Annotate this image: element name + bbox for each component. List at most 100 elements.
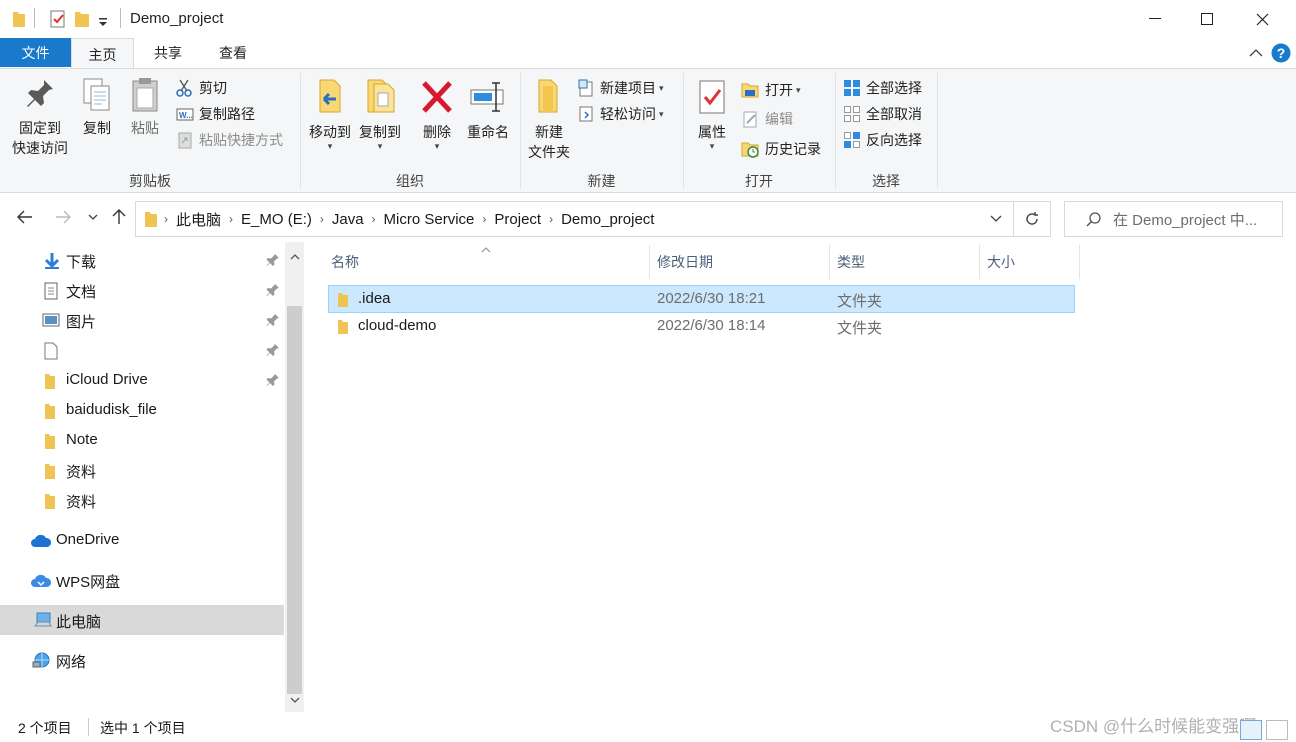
minimize-button[interactable] [1129, 0, 1181, 38]
dropdown-arrow-icon: ▾ [796, 84, 801, 95]
forward-button[interactable] [52, 204, 74, 230]
up-button[interactable] [108, 204, 130, 230]
nav-item-materials-2[interactable]: 资料 [0, 485, 284, 515]
column-divider[interactable] [1079, 245, 1080, 279]
pin-to-quick-access-button[interactable]: 固定到 快速访问 [8, 77, 72, 158]
pin-icon[interactable] [266, 253, 280, 271]
scroll-down-icon[interactable] [285, 690, 304, 710]
file-name: .idea [358, 290, 391, 307]
nav-item-onedrive[interactable]: OneDrive [0, 525, 284, 555]
column-header-modified[interactable]: 修改日期 [657, 249, 713, 275]
properties-button[interactable]: 属性 ▾ [690, 77, 734, 151]
breadcrumb-project[interactable]: Project [494, 211, 541, 228]
move-to-button[interactable]: 移动到 ▾ [305, 77, 355, 151]
nav-item-baidudisk-file[interactable]: baidudisk_file [0, 395, 284, 425]
column-header-name[interactable]: 名称 [331, 249, 359, 275]
maximize-button[interactable] [1181, 0, 1233, 38]
invert-selection-button[interactable]: 反向选择 [843, 129, 922, 151]
folder-icon [145, 212, 157, 227]
help-icon[interactable]: ? [1271, 43, 1291, 66]
select-none-button[interactable]: 全部取消 [843, 103, 922, 125]
breadcrumb-java[interactable]: Java [332, 211, 364, 228]
paste-shortcut-button[interactable]: 粘贴快捷方式 [176, 129, 283, 151]
breadcrumb-this-pc[interactable]: 此电脑 [176, 209, 221, 230]
large-icons-view-icon[interactable] [1266, 720, 1288, 740]
cut-button[interactable]: 剪切 [176, 77, 227, 99]
rename-button[interactable]: 重命名 [463, 77, 513, 142]
recent-locations-button[interactable] [82, 204, 104, 230]
breadcrumb-drive[interactable]: E_MO (E:) [241, 211, 312, 228]
table-row[interactable]: cloud-demo 2022/6/30 18:14 文件夹 [328, 313, 1075, 341]
customize-qa-icon[interactable] [98, 14, 108, 32]
address-bar[interactable]: › 此电脑 › E_MO (E:) › Java › Micro Service… [135, 201, 1014, 237]
ribbon: 固定到 快速访问 复制 粘贴 剪切 W... 复制路径 粘贴快捷方式 剪贴板 移… [0, 68, 1296, 193]
nav-item-materials-1[interactable]: 资料 [0, 455, 284, 485]
details-view-icon[interactable] [1240, 720, 1262, 740]
select-all-button[interactable]: 全部选择 [843, 77, 922, 99]
history-button[interactable]: 历史记录 [741, 138, 821, 160]
nav-item-pictures[interactable]: 图片 [0, 305, 284, 335]
tab-share[interactable]: 共享 [137, 38, 199, 68]
dropdown-arrow-icon: ▾ [377, 141, 383, 151]
column-header-type[interactable]: 类型 [837, 249, 865, 275]
column-header-size[interactable]: 大小 [987, 249, 1015, 275]
select-all-icon [844, 80, 860, 96]
navpane-scrollbar[interactable] [285, 242, 304, 712]
properties-quick-icon[interactable] [49, 10, 67, 28]
pin-icon[interactable] [266, 373, 280, 391]
new-item-button[interactable]: 新建项目 ▾ [578, 77, 664, 99]
search-box[interactable]: 在 Demo_project 中... [1064, 201, 1283, 237]
tab-home[interactable]: 主页 [71, 38, 134, 70]
copy-button[interactable]: 复制 [76, 77, 118, 138]
nav-item-documents[interactable]: 文档 [0, 275, 284, 305]
nav-item-network[interactable]: 网络 [0, 645, 284, 675]
group-label-open: 打开 [745, 173, 773, 189]
column-divider[interactable] [649, 245, 650, 279]
nav-item-downloads[interactable]: 下载 [0, 245, 284, 275]
tab-file[interactable]: 文件 [0, 38, 71, 67]
refresh-button[interactable] [1014, 201, 1051, 237]
nav-item-note[interactable]: Note [0, 425, 284, 455]
column-divider[interactable] [979, 245, 980, 279]
tab-view[interactable]: 查看 [202, 38, 264, 68]
new-folder-quick-icon[interactable] [74, 10, 90, 28]
invert-selection-icon [844, 132, 860, 148]
back-arrow-icon [17, 210, 32, 224]
breadcrumb-demo-project[interactable]: Demo_project [561, 211, 654, 228]
rename-icon [470, 82, 504, 112]
edit-button[interactable]: 编辑 [741, 108, 793, 130]
breadcrumb-micro-service[interactable]: Micro Service [384, 211, 475, 228]
table-row[interactable]: .idea 2022/6/30 18:21 文件夹 [328, 285, 1075, 313]
nav-item-blank-file[interactable] [0, 335, 284, 365]
pin-icon [27, 80, 53, 107]
copy-to-button[interactable]: 复制到 ▾ [355, 77, 405, 151]
column-divider[interactable] [829, 245, 830, 279]
address-history-dropdown[interactable] [978, 201, 1014, 237]
collapse-ribbon-icon[interactable] [1249, 45, 1263, 61]
paste-button[interactable]: 粘贴 [124, 77, 166, 138]
up-arrow-icon [112, 209, 126, 224]
scroll-thumb[interactable] [287, 306, 302, 694]
back-button[interactable] [14, 204, 36, 230]
copy-to-icon [367, 79, 395, 113]
nav-item-wps-drive[interactable]: WPS网盘 [0, 565, 284, 595]
group-label-new: 新建 [587, 173, 616, 189]
download-arrow-icon [43, 252, 61, 274]
folder-icon [12, 10, 26, 28]
pin-icon[interactable] [266, 313, 280, 331]
nav-item-this-pc[interactable]: 此电脑 [0, 605, 284, 635]
pin-icon[interactable] [266, 283, 280, 301]
nav-item-icloud-drive[interactable]: iCloud Drive [0, 365, 284, 395]
easy-access-button[interactable]: 轻松访问 ▾ [578, 103, 664, 125]
scroll-up-icon[interactable] [285, 246, 304, 266]
pin-icon[interactable] [266, 343, 280, 361]
open-button[interactable]: 打开 ▾ [741, 79, 801, 101]
history-icon [741, 142, 759, 158]
close-button[interactable] [1236, 0, 1288, 38]
new-folder-button[interactable]: 新建 文件夹 [525, 77, 573, 162]
search-placeholder: 在 Demo_project 中... [1113, 211, 1258, 229]
copy-path-button[interactable]: W... 复制路径 [176, 103, 255, 125]
navigation-pane: 下载 文档 图片 iCloud Drive baidudisk_file Not… [0, 242, 305, 712]
delete-button[interactable]: 删除 ▾ [415, 77, 459, 151]
forward-arrow-icon [56, 210, 71, 224]
